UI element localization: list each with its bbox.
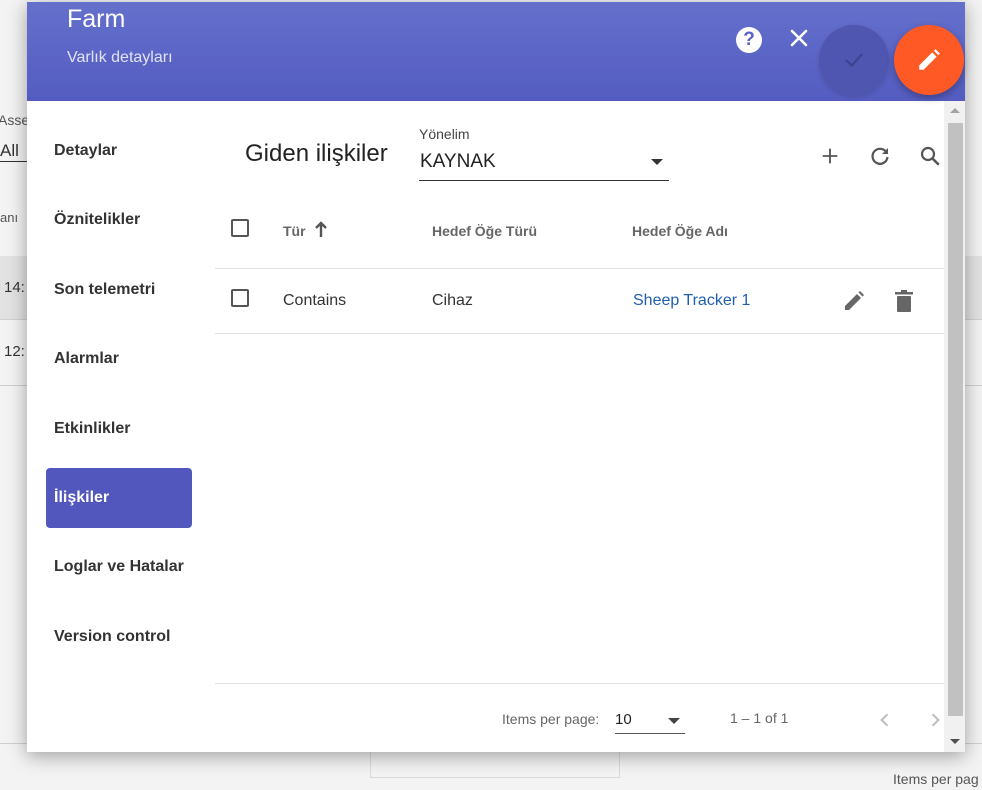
pencil-icon — [845, 291, 864, 310]
bg-card — [370, 752, 620, 778]
bg-row-time: 14: — [4, 279, 25, 296]
pencil-icon — [919, 49, 940, 70]
bg-row-time: 12: — [4, 343, 25, 360]
search-button[interactable] — [915, 141, 945, 171]
nav-item-latest-telemetry[interactable]: Son telemetri — [46, 260, 192, 320]
pager-divider — [215, 683, 944, 684]
direction-select[interactable]: KAYNAK — [419, 147, 669, 181]
arrow-up-icon[interactable] — [313, 221, 329, 244]
nav-item-relations[interactable]: İlişkiler — [46, 468, 192, 528]
page-size-value: 10 — [615, 711, 632, 728]
trash-icon — [895, 290, 913, 312]
direction-label: Yönelim — [419, 126, 470, 142]
refresh-icon — [871, 147, 889, 165]
nav-item-version-control[interactable]: Version control — [46, 607, 192, 667]
items-per-page-label: Items per page: — [502, 711, 600, 727]
refresh-button[interactable] — [865, 141, 895, 171]
entity-details-dialog: Farm Varlık detayları ? Detaylar Öznitel… — [27, 2, 965, 752]
dialog-title: Farm — [67, 5, 126, 33]
nav-item-logs-errors[interactable]: Loglar ve Hatalar — [46, 537, 192, 597]
scroll-up-arrow-icon[interactable] — [950, 108, 960, 113]
chevron-left-icon — [880, 713, 889, 727]
relations-title: Giden ilişkiler — [245, 140, 388, 167]
nav-item-details[interactable]: Detaylar — [46, 121, 192, 181]
chevron-right-icon — [931, 713, 940, 727]
dropdown-arrow-icon — [668, 718, 680, 724]
cell-target-type: Cihaz — [432, 292, 473, 309]
delete-relation-button[interactable] — [890, 287, 918, 315]
content-scrollbar[interactable] — [944, 101, 965, 752]
scrollbar-thumb[interactable] — [948, 123, 963, 716]
row-checkbox[interactable] — [231, 289, 249, 307]
nav-item-events[interactable]: Etkinlikler — [46, 399, 192, 459]
header-divider — [215, 268, 944, 269]
check-icon — [845, 53, 863, 68]
add-relation-button[interactable] — [815, 141, 845, 171]
bg-filter-value[interactable]: All — [0, 141, 27, 162]
cell-type: Contains — [283, 292, 347, 309]
details-nav: Detaylar Öznitelikler Son telemetri Alar… — [27, 101, 215, 752]
bg-items-per-page: Items per pag — [893, 771, 979, 787]
search-icon — [920, 146, 940, 166]
close-icon[interactable] — [787, 26, 811, 50]
dialog-header: Farm Varlık detayları ? — [27, 2, 965, 101]
column-header-target-type[interactable]: Hedef Öğe Türü — [432, 223, 537, 239]
nav-item-attributes[interactable]: Öznitelikler — [46, 190, 192, 250]
add-icon — [822, 148, 838, 164]
pager-range: 1 – 1 of 1 — [730, 710, 789, 726]
dropdown-arrow-icon — [651, 159, 663, 165]
select-all-checkbox[interactable] — [231, 219, 249, 237]
row-divider — [215, 333, 944, 334]
edit-mode-button[interactable] — [894, 25, 964, 95]
column-header-type[interactable]: Tür — [283, 223, 306, 239]
nav-item-alarms[interactable]: Alarmlar — [46, 329, 192, 389]
bg-column-fragment: anı — [0, 210, 19, 225]
relations-panel: Giden ilişkiler Yönelim KAYNAK Tür Hedef… — [215, 101, 944, 752]
help-icon[interactable]: ? — [736, 27, 762, 53]
column-header-target-name[interactable]: Hedef Öğe Adı — [632, 223, 728, 239]
dialog-subtitle: Varlık detayları — [67, 49, 173, 66]
page-size-select[interactable]: 10 — [615, 704, 685, 734]
direction-value: KAYNAK — [420, 151, 496, 172]
edit-relation-button[interactable] — [840, 287, 868, 315]
save-check-button[interactable] — [819, 25, 889, 95]
bg-asset-label: Asse — [0, 112, 30, 128]
cell-target-name-link[interactable]: Sheep Tracker 1 — [633, 292, 750, 310]
scroll-down-arrow-icon[interactable] — [950, 739, 960, 744]
previous-page-button[interactable] — [871, 706, 899, 734]
